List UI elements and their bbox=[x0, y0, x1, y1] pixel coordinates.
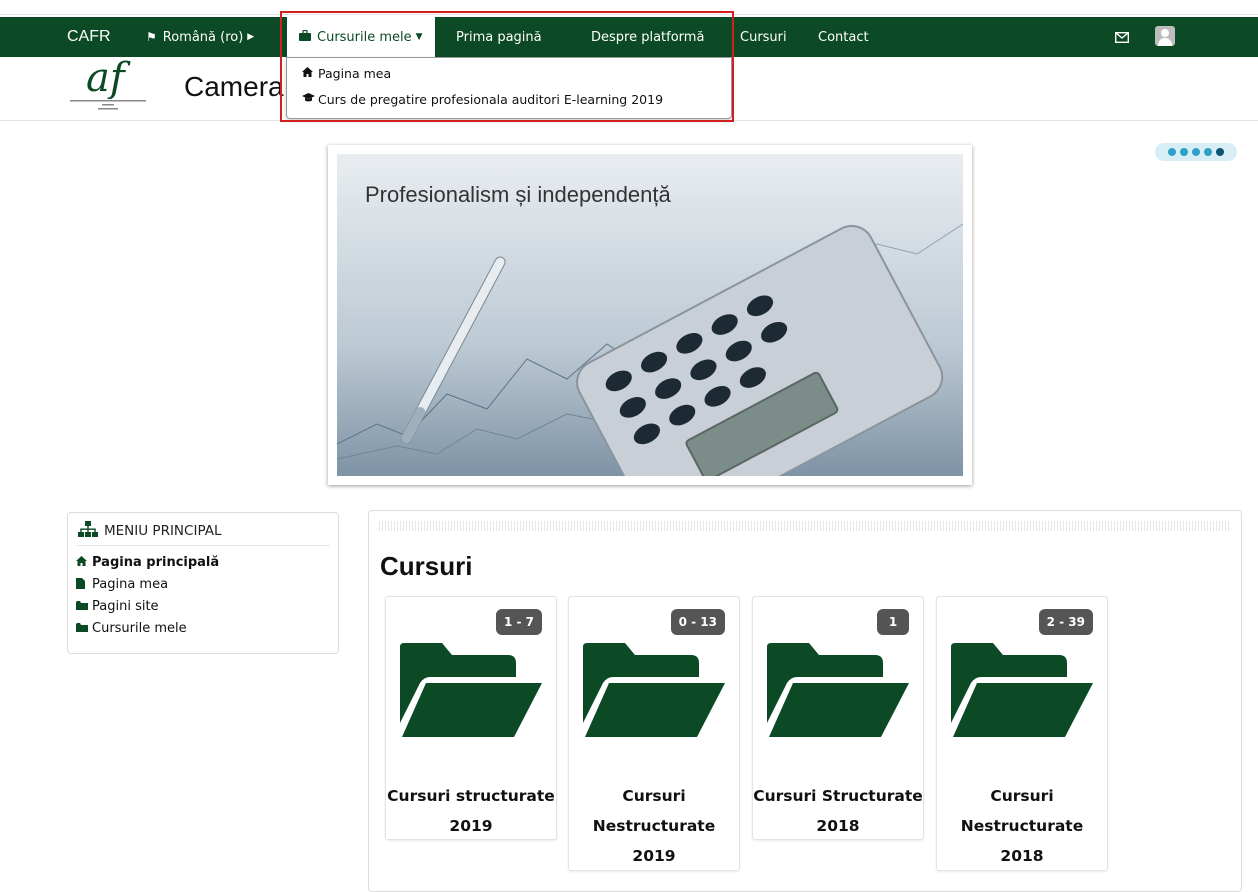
language-label: Română (ro) bbox=[162, 29, 244, 45]
home-icon bbox=[76, 556, 92, 569]
sidebar-item-label: Pagini site bbox=[92, 599, 159, 614]
course-count-badge: 2 - 39 bbox=[1038, 609, 1093, 635]
slider-dot-active[interactable] bbox=[1216, 148, 1224, 156]
course-count-badge: 1 - 7 bbox=[495, 609, 542, 635]
logo-letters: af bbox=[86, 57, 131, 99]
folder-open-icon bbox=[396, 643, 546, 739]
course-count-badge: 0 - 13 bbox=[670, 609, 725, 635]
slider-dot[interactable] bbox=[1168, 148, 1176, 156]
category-name: Cursuri structurate 2019 bbox=[387, 787, 555, 835]
breadcrumb-strip bbox=[379, 521, 1231, 531]
sidebar-item-label: Pagina principală bbox=[92, 555, 220, 570]
banner-slide: Profesionalism și independență bbox=[328, 145, 972, 485]
course-count-badge: 1 bbox=[877, 609, 909, 635]
category-name: Cursuri Structurate 2018 bbox=[753, 787, 923, 835]
sidebar-item-my-page[interactable]: Pagina mea bbox=[76, 577, 168, 592]
logo-caption bbox=[58, 99, 158, 114]
main-menu-block: MENIU PRINCIPAL Pagina principală Pagina… bbox=[67, 512, 339, 654]
briefcase-icon bbox=[299, 29, 311, 44]
caret-down-icon: ▼ bbox=[415, 32, 423, 42]
site-logo[interactable]: af bbox=[58, 55, 158, 119]
folder-open-icon bbox=[763, 643, 913, 739]
sidebar-divider bbox=[76, 545, 330, 546]
slider-dot[interactable] bbox=[1204, 148, 1212, 156]
sidebar-item-my-courses[interactable]: Cursurile mele bbox=[76, 621, 187, 636]
top-border bbox=[0, 0, 1258, 15]
dropdown-item-my-page[interactable]: Pagina mea bbox=[302, 66, 391, 81]
dropdown-item-course[interactable]: Curs de pregatire profesionala auditori … bbox=[302, 92, 663, 107]
slider-dot[interactable] bbox=[1180, 148, 1188, 156]
navbar: CAFR ⚑ Română (ro) ▶ Cursurile mele ▼ Pr… bbox=[0, 17, 1258, 57]
folder-icon bbox=[76, 622, 92, 635]
dropdown-item-label: Pagina mea bbox=[318, 66, 392, 81]
language-menu[interactable]: ⚑ Română (ro) ▶ bbox=[146, 17, 254, 57]
folder-icon bbox=[76, 600, 92, 613]
caret-right-icon: ▶ bbox=[247, 32, 255, 42]
category-card[interactable]: 0 - 13 Cursuri Nestructurate 2019 bbox=[568, 596, 740, 871]
header-divider bbox=[0, 120, 1258, 121]
category-name: Cursuri Nestructurate 2019 bbox=[592, 787, 716, 865]
banner-caption: Profesionalism și independență bbox=[365, 182, 671, 207]
my-courses-dropdown: Pagina mea Curs de pregatire profesional… bbox=[286, 57, 732, 119]
user-avatar[interactable] bbox=[1155, 26, 1175, 46]
sidebar-item-home[interactable]: Pagina principală bbox=[76, 555, 219, 570]
sidebar-item-label: Pagina mea bbox=[92, 577, 169, 592]
nav-about-link[interactable]: Despre platformă bbox=[591, 17, 704, 57]
sidebar-item-label: Cursurile mele bbox=[92, 621, 187, 636]
nav-contact-link[interactable]: Contact bbox=[818, 17, 869, 57]
category-name: Cursuri Nestructurate 2018 bbox=[960, 787, 1084, 865]
file-icon bbox=[76, 577, 92, 592]
slider-dot[interactable] bbox=[1192, 148, 1200, 156]
main-menu-title: MENIU PRINCIPAL bbox=[78, 521, 221, 541]
my-courses-menu[interactable]: Cursurile mele ▼ bbox=[287, 17, 435, 57]
envelope-icon[interactable] bbox=[1115, 17, 1129, 57]
sitemap-icon bbox=[78, 521, 98, 541]
my-courses-label: Cursurile mele bbox=[317, 29, 412, 45]
home-icon bbox=[302, 67, 318, 80]
banner-image: Profesionalism și independență bbox=[337, 154, 963, 476]
graduation-cap-icon bbox=[302, 93, 318, 106]
nav-courses-link[interactable]: Cursuri bbox=[740, 17, 787, 57]
folder-open-icon bbox=[947, 643, 1097, 739]
category-card[interactable]: 2 - 39 Cursuri Nestructurate 2018 bbox=[936, 596, 1108, 871]
slider-pager bbox=[1155, 143, 1237, 161]
main-menu-title-label: MENIU PRINCIPAL bbox=[104, 523, 222, 539]
folder-open-icon bbox=[579, 643, 729, 739]
dropdown-item-label: Curs de pregatire profesionala auditori … bbox=[318, 92, 664, 107]
brand-link[interactable]: CAFR bbox=[67, 17, 111, 57]
nav-home-link[interactable]: Prima pagină bbox=[456, 17, 542, 57]
sidebar-item-site-pages[interactable]: Pagini site bbox=[76, 599, 159, 614]
category-card[interactable]: 1 - 7 Cursuri structurate 2019 bbox=[385, 596, 557, 840]
flag-icon: ⚑ bbox=[146, 30, 157, 44]
page-title: Cursuri bbox=[380, 551, 473, 581]
category-card[interactable]: 1 Cursuri Structurate 2018 bbox=[752, 596, 924, 840]
